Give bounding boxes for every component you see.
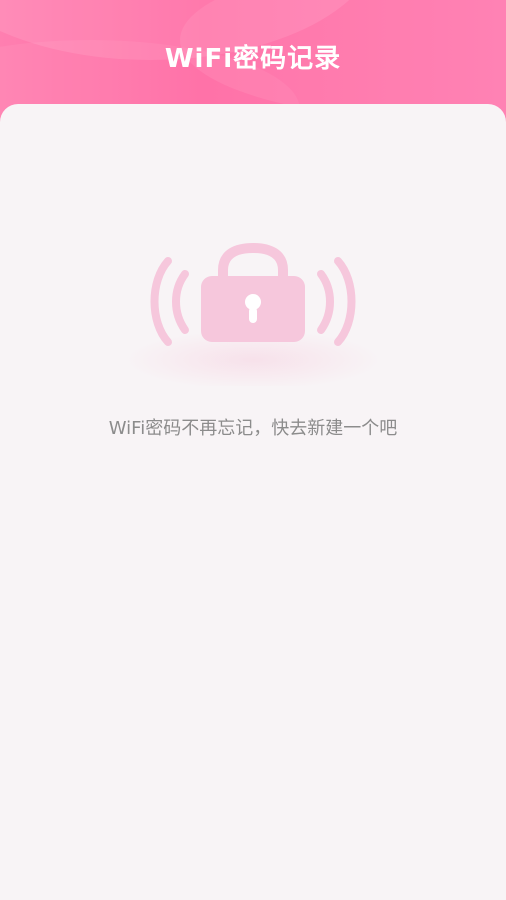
wifi-lock-icon [125, 242, 381, 386]
app-screen: WiFi密码记录 WiFi密码不再忘记，快去新建一个吧 [0, 0, 506, 900]
content-panel: WiFi密码不再忘记，快去新建一个吧 [0, 104, 506, 900]
page-title: WiFi密码记录 [164, 44, 342, 74]
empty-state-message: WiFi密码不再忘记，快去新建一个吧 [108, 418, 398, 439]
